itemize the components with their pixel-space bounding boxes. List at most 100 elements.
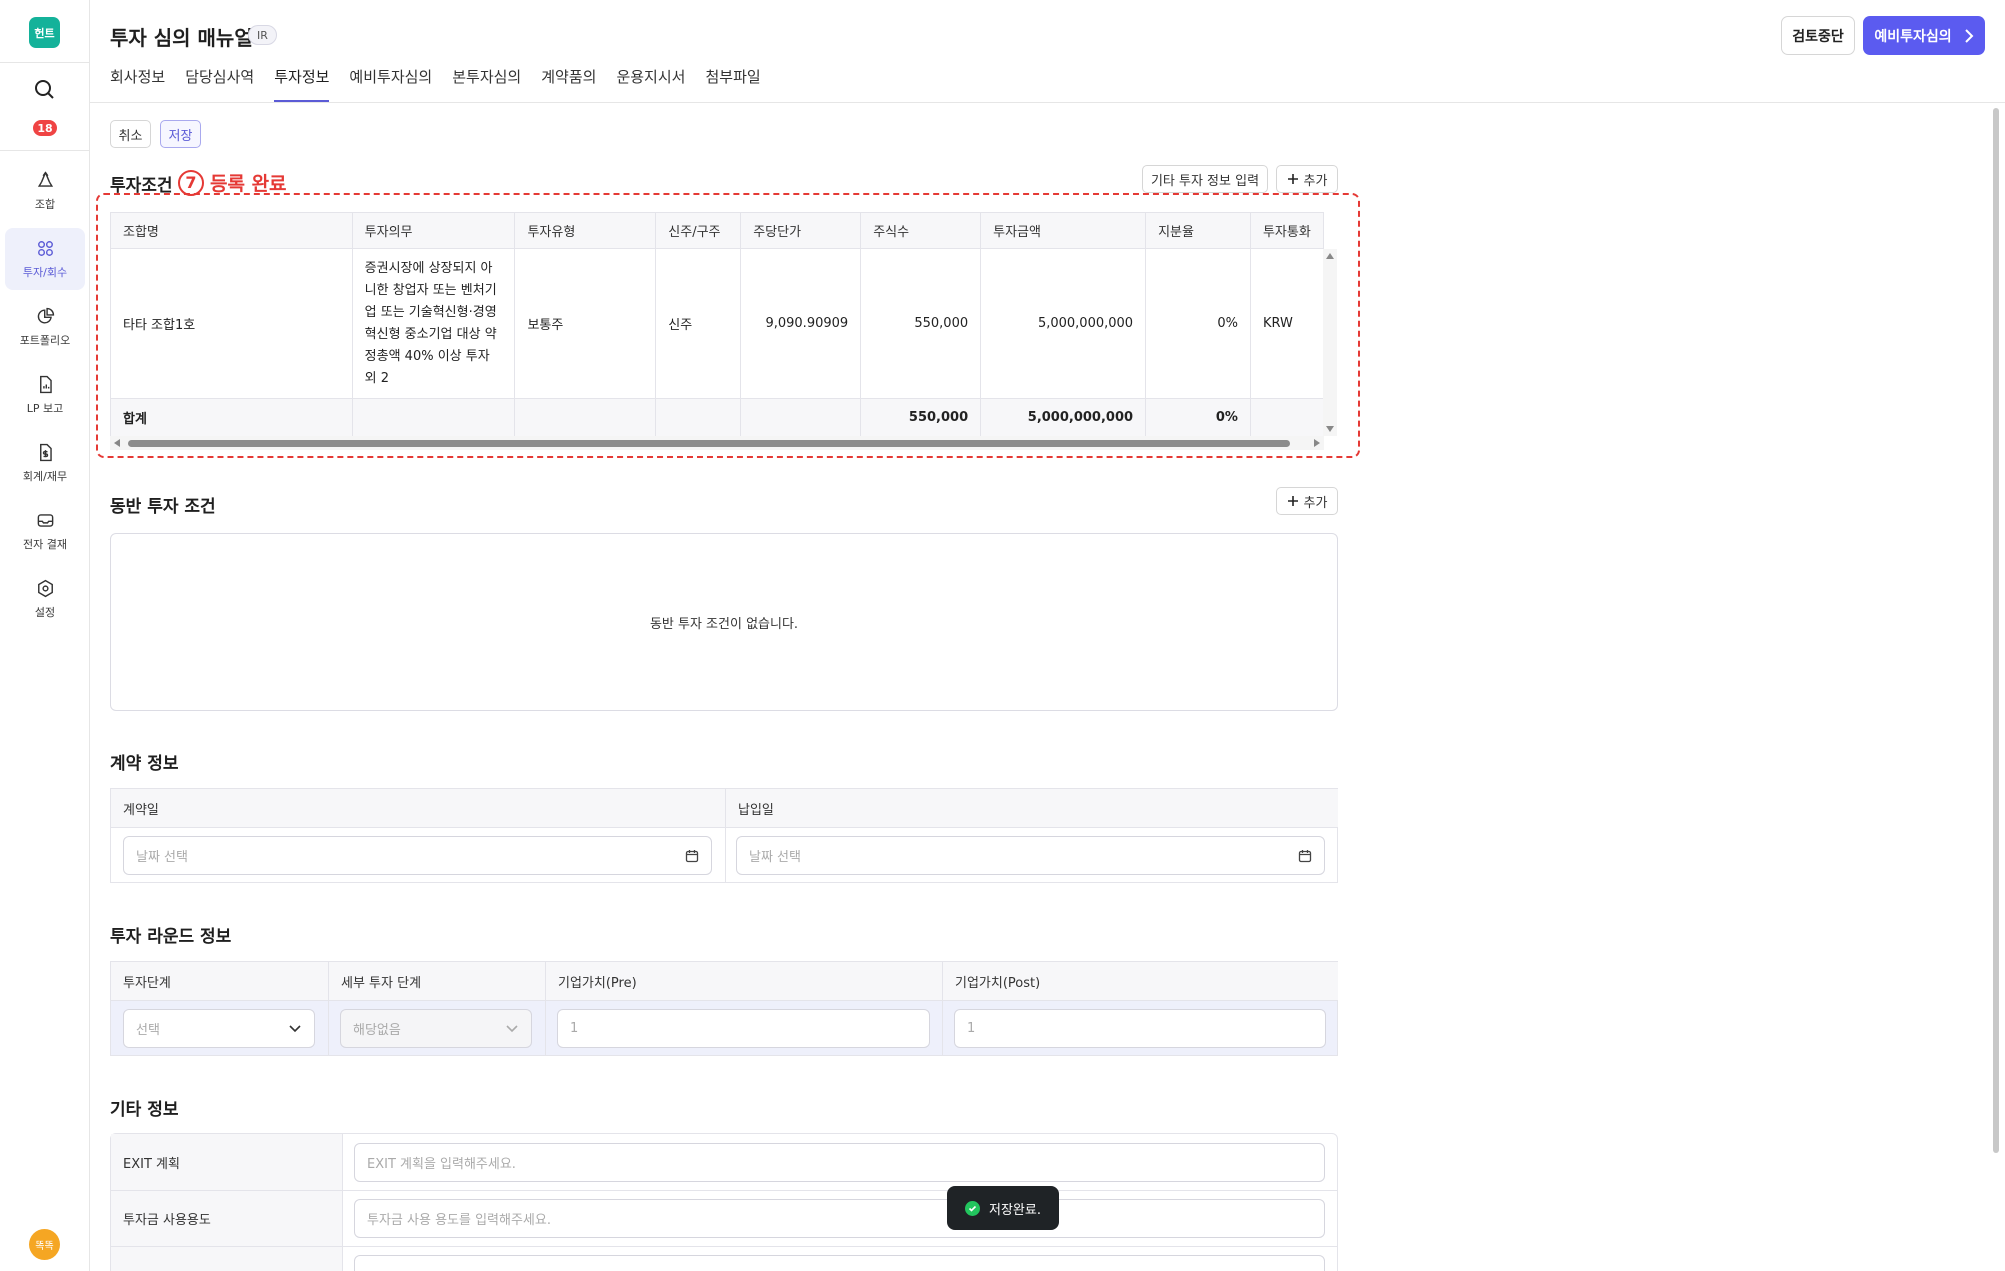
ownership-cell: 0%	[1145, 248, 1251, 399]
sidebar-item-label: 회계/재무	[22, 469, 68, 483]
calendar-icon	[685, 850, 699, 863]
empty-cell	[1249, 398, 1325, 437]
exit-plan-input[interactable]: EXIT 계획을 입력해주세요.	[354, 1143, 1325, 1182]
total-amount-cell: 5,000,000,000	[980, 398, 1147, 437]
sidebar-item-lp-report[interactable]: LP 보고	[5, 364, 85, 426]
preliminary-review-button[interactable]: 예비투자심의	[1863, 16, 1985, 55]
date-placeholder: 날짜 선택	[749, 850, 801, 865]
empty-cell	[740, 398, 862, 437]
sidebar-item-approval[interactable]: 전자 결재	[5, 500, 85, 562]
investment-icon	[37, 240, 53, 256]
grid-divider	[111, 827, 1337, 828]
tab-preliminary-review[interactable]: 예비투자심의	[349, 66, 432, 102]
pre-valuation-input[interactable]: 1	[557, 1009, 930, 1048]
recycle-icon	[37, 170, 53, 187]
search-icon[interactable]	[32, 77, 56, 101]
column-header: 지분율	[1145, 212, 1251, 249]
round-info-title: 투자 라운드 정보	[110, 927, 232, 947]
scroll-left-arrow-icon[interactable]	[114, 439, 120, 447]
fund-usage-input[interactable]: 투자금 사용 용도를 입력해주세요.	[354, 1199, 1325, 1238]
plus-icon	[1287, 174, 1298, 184]
sidebar: 헌트 18 조합 투자/회수 포트폴리오 LP 보고 회계/재무 전자 결재 설…	[0, 0, 90, 1271]
table-vertical-scrollbar[interactable]	[1323, 249, 1337, 436]
payment-date-picker[interactable]: 날짜 선택	[736, 836, 1325, 875]
add-co-investment-button[interactable]: 추가	[1276, 487, 1338, 515]
sidebar-item-portfolio[interactable]: 포트폴리오	[5, 296, 85, 358]
tab-operation-order[interactable]: 운용지시서	[616, 66, 685, 102]
avatar[interactable]: 똑똑	[29, 1229, 60, 1260]
chevron-down-icon	[289, 1025, 301, 1033]
scroll-right-arrow-icon[interactable]	[1314, 439, 1320, 447]
column-header: 투자통화	[1249, 212, 1325, 249]
column-header: 투자의무	[351, 212, 516, 249]
sub-stage-select[interactable]: 해당없음	[340, 1009, 532, 1048]
scroll-up-arrow-icon[interactable]	[1326, 253, 1334, 259]
empty-cell	[514, 398, 657, 437]
other-info-title: 기타 정보	[110, 1100, 179, 1120]
contract-info-grid: 계약일 납입일 날짜 선택 날짜 선택	[110, 788, 1338, 883]
other-investment-info-button[interactable]: 기타 투자 정보 입력	[1142, 165, 1268, 193]
toast-message: 저장완료.	[989, 1202, 1041, 1218]
scrollbar-thumb[interactable]	[128, 440, 1290, 447]
contract-info-title: 계약 정보	[110, 754, 179, 774]
input-placeholder: 투자금 사용 용도를 입력해주세요.	[367, 1213, 551, 1228]
accounting-icon	[39, 443, 52, 461]
stage-label: 투자단계	[111, 962, 328, 1000]
annotation-number: 7	[178, 169, 204, 196]
page-title: 투자 심의 매뉴얼	[110, 26, 253, 50]
exit-plan-label: EXIT 계획	[111, 1134, 342, 1190]
issue-type-cell: 신주	[655, 248, 742, 399]
select-value: 해당없음	[353, 1023, 401, 1038]
tab-company-info[interactable]: 회사정보	[110, 66, 165, 102]
grid-divider	[111, 1246, 1337, 1247]
grid-divider	[111, 1190, 1337, 1191]
investment-duty-cell: 증권시장에 상장되지 아니한 창업자 또는 벤처기업 또는 기술혁신형·경영혁신…	[351, 248, 516, 399]
app-logo[interactable]: 헌트	[29, 17, 60, 48]
shares-cell: 550,000	[860, 248, 982, 399]
stop-review-button[interactable]: 검토중단	[1781, 16, 1855, 55]
contract-date-picker[interactable]: 날짜 선택	[123, 836, 712, 875]
post-valuation-label: 기업가치(Post)	[942, 962, 1338, 1000]
fund-usage-label: 투자금 사용용도	[111, 1190, 342, 1246]
select-value: 선택	[136, 1023, 160, 1038]
column-header: 투자금액	[980, 212, 1147, 249]
table-total-row: 합계 550,000 5,000,000,000 0%	[110, 398, 1325, 437]
sidebar-item-accounting[interactable]: 회계/재무	[5, 432, 85, 494]
table-row[interactable]: 타타 조합1호 증권시장에 상장되지 아니한 창업자 또는 벤처기업 또는 기술…	[110, 248, 1325, 399]
other-input[interactable]	[354, 1255, 1325, 1271]
save-button[interactable]: 저장	[160, 120, 201, 148]
column-header: 주당단가	[740, 212, 862, 249]
tab-contract-approval[interactable]: 계약품의	[541, 66, 596, 102]
table-horizontal-scrollbar[interactable]	[110, 436, 1324, 450]
scroll-down-arrow-icon[interactable]	[1326, 426, 1334, 432]
column-header: 조합명	[110, 212, 353, 249]
notification-badge[interactable]: 18	[33, 120, 57, 136]
save-toast: 저장완료.	[947, 1186, 1059, 1230]
cancel-button[interactable]: 취소	[110, 120, 151, 148]
sidebar-item-label: 포트폴리오	[19, 333, 71, 347]
price-per-share-cell: 9,090.90909	[740, 248, 862, 399]
grid-divider	[725, 827, 726, 883]
sidebar-item-investment[interactable]: 투자/회수	[5, 228, 85, 290]
total-ratio-cell: 0%	[1145, 398, 1251, 437]
empty-message: 동반 투자 조건이 없습니다.	[649, 616, 799, 632]
sidebar-item-settings[interactable]: 설정	[5, 568, 85, 630]
round-info-grid: 투자단계 세부 투자 단계 기업가치(Pre) 기업가치(Post) 선택 해당…	[110, 961, 1338, 1056]
sidebar-item-label: 투자/회수	[22, 265, 68, 279]
total-label-cell: 합계	[110, 398, 353, 437]
add-investment-term-button[interactable]: 추가	[1276, 165, 1338, 193]
input-value: 1	[570, 1021, 579, 1036]
sidebar-item-fund[interactable]: 조합	[5, 160, 85, 222]
investment-terms-table: 조합명 투자의무 투자유형 신주/구주 주당단가 주식수 투자금액 지분율 투자…	[110, 212, 1325, 437]
tab-main-review[interactable]: 본투자심의	[452, 66, 521, 102]
tab-investment-info[interactable]: 투자정보	[274, 66, 330, 102]
investment-stage-select[interactable]: 선택	[123, 1009, 315, 1048]
sidebar-item-label: 조합	[34, 197, 56, 211]
chevron-down-icon	[506, 1025, 518, 1033]
page-scrollbar[interactable]	[1993, 108, 1999, 1153]
sidebar-item-label: 전자 결재	[23, 537, 67, 551]
header-divider	[90, 102, 2005, 103]
tab-attachments[interactable]: 첨부파일	[705, 66, 760, 102]
post-valuation-input[interactable]: 1	[954, 1009, 1326, 1048]
tab-reviewer[interactable]: 담당심사역	[185, 66, 254, 102]
